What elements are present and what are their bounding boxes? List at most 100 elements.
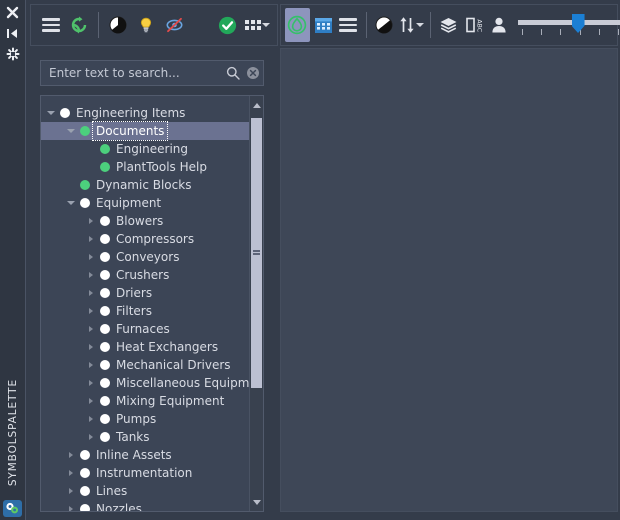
scrollbar-thumb[interactable] — [251, 118, 262, 388]
chevron-right-icon[interactable] — [85, 374, 97, 392]
layers-icon[interactable] — [437, 10, 460, 40]
chevron-right-icon[interactable] — [85, 266, 97, 284]
refresh-icon-glyph — [71, 16, 87, 34]
refresh-icon[interactable] — [66, 10, 92, 40]
status-dot-white — [97, 302, 113, 320]
tree-item-label: Engineering — [116, 142, 188, 156]
tree-item[interactable]: Crushers — [41, 266, 249, 284]
tree-item-label: Engineering Items — [76, 106, 186, 120]
chevron-right-icon[interactable] — [85, 230, 97, 248]
chevron-right-icon[interactable] — [65, 500, 77, 511]
zoom-slider[interactable] — [517, 10, 620, 40]
tree-item[interactable]: Blowers — [41, 212, 249, 230]
chevron-right-icon[interactable] — [85, 212, 97, 230]
grid-view-icon-glyph — [314, 17, 332, 33]
tree-item[interactable]: Tanks — [41, 428, 249, 446]
tree-item[interactable]: Miscellaneous Equipment — [41, 374, 263, 392]
panel-title: SYMBOLSPALETTE — [0, 286, 25, 486]
symbol-preview-canvas[interactable] — [280, 48, 618, 512]
search-icon[interactable] — [223, 62, 243, 84]
tree-item[interactable]: Inline Assets — [41, 446, 249, 464]
tree-item-label: Driers — [116, 286, 153, 300]
zoom-slider-track — [517, 20, 620, 25]
app-icon[interactable] — [3, 500, 22, 517]
chevron-down-icon[interactable] — [65, 194, 77, 212]
chevron-right-icon[interactable] — [85, 320, 97, 338]
tree-item[interactable]: Furnaces — [41, 320, 249, 338]
chevron-down-icon[interactable] — [45, 104, 57, 122]
tree-item-label: Lines — [96, 484, 128, 498]
tree-item[interactable]: Engineering Items — [41, 104, 249, 122]
scroll-up-icon[interactable] — [250, 98, 263, 112]
list-view-icon[interactable] — [337, 10, 360, 40]
scrollbar-grip — [253, 250, 260, 255]
tree-item[interactable]: Lines — [41, 482, 249, 500]
contrast-icon[interactable] — [105, 10, 131, 40]
tree-item-label: Conveyors — [116, 250, 180, 264]
chevron-right-icon[interactable] — [65, 446, 77, 464]
search-box[interactable] — [40, 60, 264, 86]
tree-item[interactable]: Pumps — [41, 410, 249, 428]
tree-item[interactable]: Mechanical Drivers — [41, 356, 249, 374]
chevron-right-icon[interactable] — [85, 302, 97, 320]
layers-icon-glyph — [440, 18, 457, 33]
tree-item[interactable]: Driers — [41, 284, 249, 302]
tree-item[interactable]: PlantTools Help — [41, 158, 249, 176]
grid-options-icon[interactable] — [242, 10, 272, 40]
tree-item[interactable]: Mixing Equipment — [41, 392, 249, 410]
chevron-right-icon[interactable] — [85, 428, 97, 446]
grid-view-icon[interactable] — [312, 10, 335, 40]
hide-preview-icon-glyph — [166, 17, 182, 33]
status-dot-green — [97, 140, 113, 158]
tree-item[interactable]: Engineering — [41, 140, 249, 158]
sort-icon[interactable] — [398, 10, 425, 40]
chevron-down-icon — [415, 23, 424, 27]
chevron-right-icon[interactable] — [85, 338, 97, 356]
tree-item-label: Compressors — [116, 232, 195, 246]
chevron-right-icon[interactable] — [85, 356, 97, 374]
tree-item[interactable]: Conveyors — [41, 248, 249, 266]
tree-item[interactable]: Equipment — [41, 194, 249, 212]
contrast-icon[interactable] — [373, 10, 396, 40]
chevron-right-icon[interactable] — [85, 410, 97, 428]
user-icon-glyph — [492, 17, 506, 33]
symbol-tree[interactable]: Engineering Items Documents Engineering Pla… — [40, 95, 264, 512]
symbol-view-icon[interactable] — [284, 8, 310, 42]
chevron-right-icon[interactable] — [85, 392, 97, 410]
close-icon[interactable] — [0, 2, 25, 22]
chevron-right-icon[interactable] — [85, 248, 97, 266]
chevron-right-icon[interactable] — [85, 284, 97, 302]
right-toolbar: ABC — [280, 4, 620, 46]
tree-item[interactable]: Compressors — [41, 230, 249, 248]
tree-item[interactable]: Documents — [41, 121, 249, 141]
status-dot-white — [97, 410, 113, 428]
clear-icon[interactable] — [243, 62, 263, 84]
lightbulb-icon[interactable] — [133, 10, 159, 40]
chevron-down-icon — [261, 23, 270, 27]
chevron-right-icon[interactable] — [65, 482, 77, 500]
apply-check-icon[interactable] — [214, 10, 240, 40]
panel-options-icon[interactable] — [0, 44, 25, 64]
user-icon[interactable] — [487, 10, 510, 40]
contrast-icon-glyph — [109, 16, 127, 34]
hide-preview-icon[interactable] — [161, 10, 187, 40]
chevron-spacer — [65, 176, 77, 194]
label-abc-icon[interactable]: ABC — [462, 10, 485, 40]
tree-item-label: Furnaces — [116, 322, 170, 336]
tree-item-label: Tanks — [116, 430, 150, 444]
status-dot-green — [97, 158, 113, 176]
chevron-right-icon[interactable] — [65, 464, 77, 482]
tree-item[interactable]: Instrumentation — [41, 464, 249, 482]
status-dot-white — [77, 194, 93, 212]
chevron-down-icon[interactable] — [65, 122, 77, 140]
search-icon-glyph — [226, 66, 240, 80]
menu-icon[interactable] — [38, 10, 64, 40]
search-input[interactable] — [41, 66, 223, 80]
scroll-down-icon[interactable] — [250, 495, 263, 509]
tree-scrollbar[interactable] — [249, 96, 263, 511]
tree-item[interactable]: Filters — [41, 302, 249, 320]
tree-item[interactable]: Heat Exchangers — [41, 338, 249, 356]
auto-hide-icon[interactable] — [0, 23, 25, 43]
tree-item[interactable]: Dynamic Blocks — [41, 176, 249, 194]
tree-item[interactable]: Nozzles — [41, 500, 249, 511]
